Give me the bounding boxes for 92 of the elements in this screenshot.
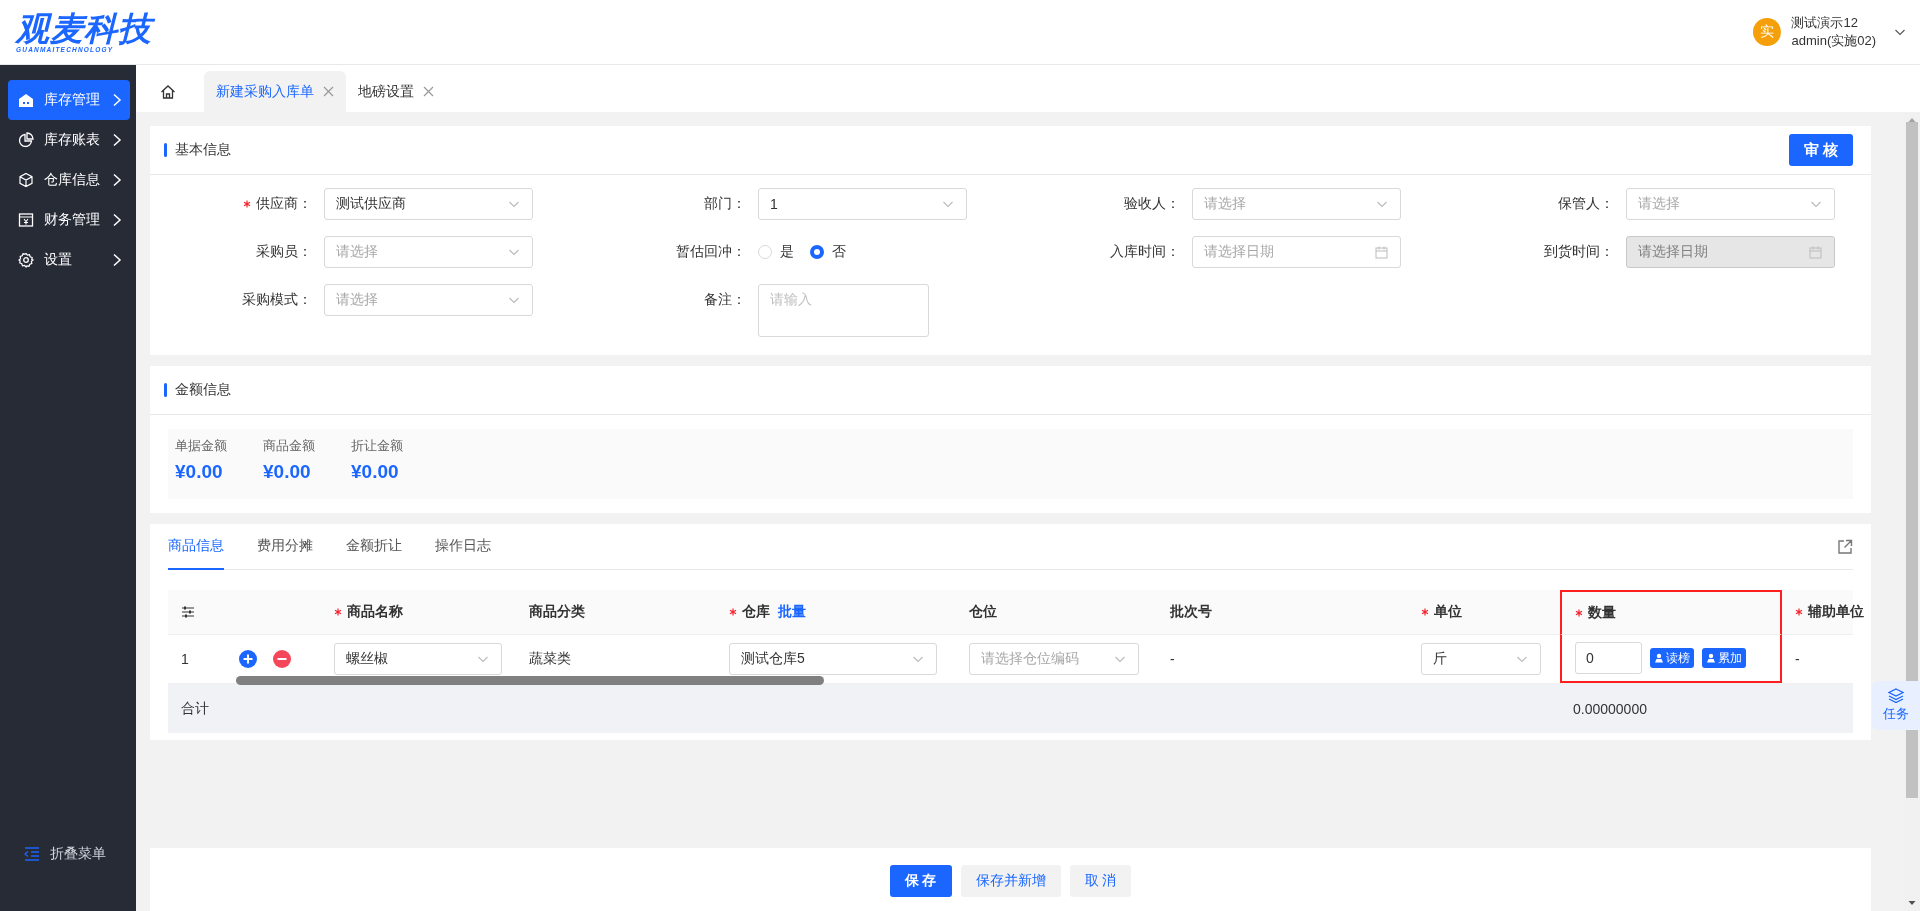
- user-name: 测试演示12: [1791, 14, 1858, 32]
- content-tab[interactable]: 操作日志: [435, 524, 491, 570]
- chevron-right-icon: [112, 173, 122, 187]
- radio-option[interactable]: 是: [758, 243, 794, 261]
- column-header: 商品名称: [347, 603, 403, 621]
- column-header: 数量: [1588, 604, 1616, 622]
- scale-person-icon: [1654, 653, 1664, 663]
- select-field[interactable]: 斤: [1421, 643, 1541, 675]
- table-cell: 蔬菜类: [529, 650, 571, 668]
- field-label: 保管人：: [1558, 195, 1614, 213]
- field-label: 采购员：: [256, 243, 312, 261]
- remove-row-icon[interactable]: [273, 650, 291, 668]
- sidebar-item[interactable]: 库存账表: [8, 120, 130, 160]
- chevron-right-icon: [112, 133, 122, 147]
- date-picker-field[interactable]: 请选择日期: [1192, 236, 1401, 268]
- column-header: 辅助单位: [1808, 603, 1864, 621]
- scale-button[interactable]: 读榜: [1650, 648, 1694, 668]
- content-tab[interactable]: 金额折让: [346, 524, 402, 570]
- audit-button[interactable]: 审 核: [1789, 134, 1853, 166]
- house-icon: [18, 92, 34, 108]
- table-cell: 1: [181, 651, 189, 667]
- content-tab[interactable]: 费用分摊: [257, 524, 313, 570]
- select-field[interactable]: 请选择: [324, 284, 533, 316]
- select-field[interactable]: 请选择仓位编码: [969, 643, 1139, 675]
- column-header: 批次号: [1170, 603, 1212, 621]
- field-label: 入库时间：: [1110, 243, 1180, 261]
- column-settings-icon[interactable]: [181, 606, 195, 618]
- radio-option[interactable]: 否: [810, 243, 846, 261]
- quantity-input[interactable]: 0: [1575, 642, 1642, 674]
- external-link-icon[interactable]: [1837, 538, 1853, 555]
- horizontal-scrollbar[interactable]: [236, 676, 824, 685]
- content-tab[interactable]: 商品信息: [168, 524, 224, 570]
- table-cell: -: [1170, 651, 1175, 667]
- chevron-right-icon: [112, 253, 122, 267]
- scale-person-icon: [1706, 653, 1716, 663]
- batch-link[interactable]: 批量: [778, 603, 806, 621]
- amount-label: 单据金额: [175, 437, 227, 455]
- chevron-right-icon: [112, 93, 122, 107]
- cash-box-icon: [18, 212, 34, 228]
- select-field[interactable]: 请选择: [324, 236, 533, 268]
- column-header: 单位: [1434, 603, 1462, 621]
- field-label: 采购模式：: [242, 291, 312, 309]
- cube-icon: [18, 172, 34, 188]
- column-header: 商品分类: [529, 603, 585, 621]
- select-field[interactable]: 测试仓库5: [729, 643, 937, 675]
- calendar-icon: [1809, 245, 1822, 259]
- field-label: 到货时间：: [1544, 243, 1614, 261]
- home-icon[interactable]: [160, 83, 176, 100]
- table-cell: -: [1795, 651, 1800, 667]
- select-field[interactable]: 1: [758, 188, 967, 220]
- layers-icon: [1888, 688, 1904, 703]
- chevron-right-icon: [112, 213, 122, 227]
- calendar-icon: [1375, 245, 1388, 259]
- sidebar-item[interactable]: 设置: [8, 240, 130, 280]
- add-row-icon[interactable]: [239, 650, 257, 668]
- total-label: 合计: [181, 699, 209, 718]
- footer-button[interactable]: 保存并新增: [960, 865, 1061, 897]
- task-button[interactable]: 任务: [1872, 681, 1920, 730]
- page-tab[interactable]: 新建采购入库单: [204, 71, 346, 112]
- select-field[interactable]: 螺丝椒: [334, 643, 502, 675]
- column-header: 仓库: [742, 603, 770, 621]
- close-icon[interactable]: [323, 86, 334, 97]
- section-title: 金额信息: [175, 381, 231, 399]
- sidebar-item[interactable]: 库存管理: [8, 80, 130, 120]
- column-header: 仓位: [969, 603, 997, 621]
- amount-value: ¥0.00: [175, 461, 223, 483]
- amount-value: ¥0.00: [351, 461, 399, 483]
- amount-label: 折让金额: [351, 437, 403, 455]
- field-label: 部门：: [704, 195, 746, 213]
- amount-label: 商品金额: [263, 437, 315, 455]
- field-label: 暂估回冲：: [676, 243, 746, 261]
- field-label: 备注：: [704, 291, 746, 309]
- select-field[interactable]: 测试供应商: [324, 188, 533, 220]
- settings-icon: [18, 252, 34, 268]
- pie-chart-icon: [18, 132, 34, 148]
- scale-button[interactable]: 累加: [1702, 648, 1746, 668]
- user-account: admin(实施02): [1791, 32, 1876, 50]
- footer-button[interactable]: 取 消: [1069, 865, 1132, 897]
- sidebar-item[interactable]: 财务管理: [8, 200, 130, 240]
- select-field[interactable]: 请选择: [1626, 188, 1835, 220]
- close-icon[interactable]: [423, 86, 434, 97]
- select-field[interactable]: 请选择: [1192, 188, 1401, 220]
- section-title: 基本信息: [175, 141, 231, 159]
- collapse-menu-button[interactable]: 折叠菜单: [8, 839, 130, 869]
- field-label: 验收人：: [1124, 195, 1180, 213]
- amount-value: ¥0.00: [263, 461, 311, 483]
- collapse-menu-icon: [24, 847, 40, 861]
- total-quantity: 0.00000000: [1573, 700, 1647, 717]
- sidebar-item[interactable]: 仓库信息: [8, 160, 130, 200]
- field-label: 供应商：: [256, 195, 312, 213]
- page-tab[interactable]: 地磅设置: [346, 71, 446, 112]
- footer-button[interactable]: 保 存: [889, 865, 952, 897]
